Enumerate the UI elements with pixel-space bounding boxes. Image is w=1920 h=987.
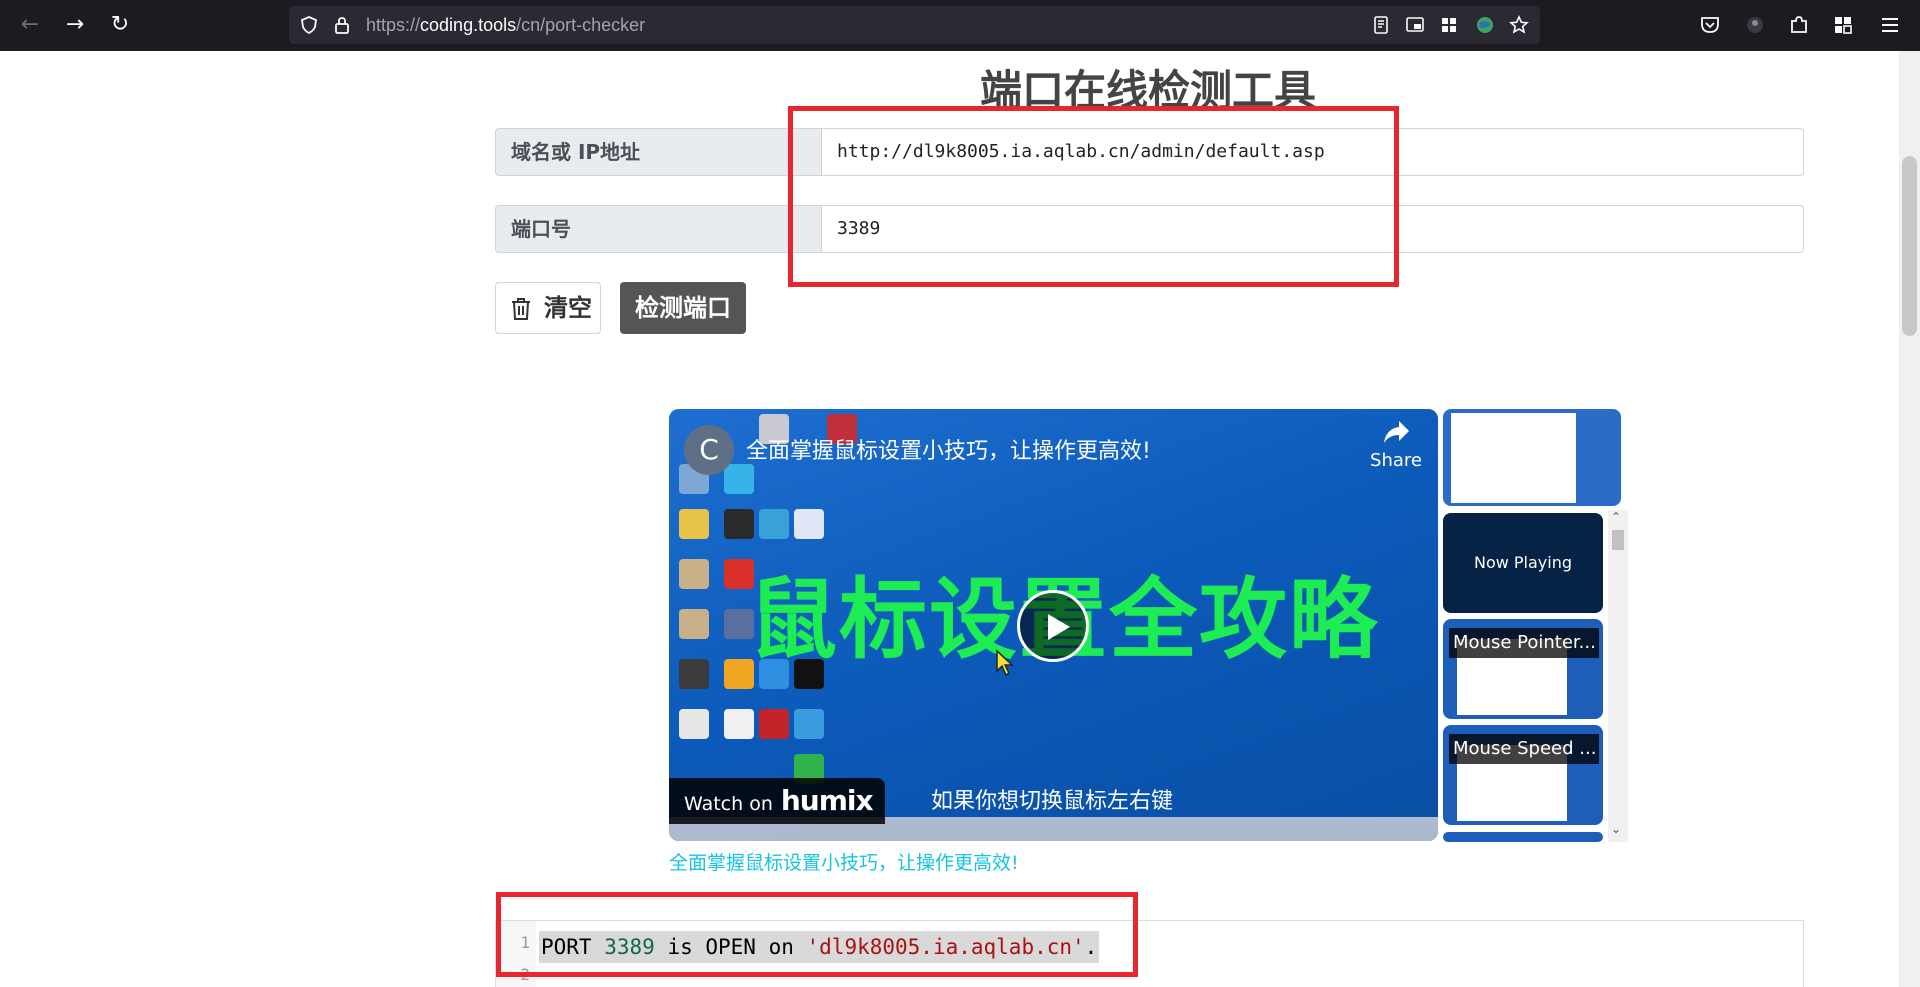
desktop-icon — [724, 709, 754, 739]
desktop-icon — [679, 659, 709, 689]
playlist-scrollbar[interactable]: ⌃ ⌄ — [1608, 510, 1628, 842]
account-icon[interactable] — [1743, 13, 1767, 37]
playlist-item[interactable] — [1443, 832, 1603, 842]
forward-button[interactable]: → — [60, 10, 90, 40]
play-button[interactable] — [1017, 590, 1089, 662]
desktop-icon — [794, 709, 824, 739]
result-port: 3389 — [604, 935, 655, 959]
lock-icon[interactable] — [332, 15, 352, 35]
watch-on-humix-button[interactable]: Watch on humix — [669, 778, 885, 824]
video-player[interactable]: C 全面掌握鼠标设置小技巧，让操作更高效! Share 鼠标设置全攻略 如果你想… — [669, 409, 1438, 841]
page-title: 端口在线检测工具 — [980, 66, 1317, 108]
extensions-grid-icon[interactable] — [1439, 15, 1459, 35]
url-path: /cn/port-checker — [516, 15, 646, 35]
url-scheme: https:// — [366, 15, 421, 35]
line-number: 2 — [520, 965, 530, 984]
chevron-up-icon[interactable]: ⌃ — [1611, 510, 1621, 524]
result-status: is OPEN on — [654, 935, 807, 959]
thumbnail-screen — [1451, 413, 1576, 503]
desktop-icon — [724, 464, 754, 494]
playlist-item[interactable]: Mouse Speed ... — [1443, 725, 1603, 825]
check-port-button[interactable]: 检测端口 — [620, 282, 746, 334]
trash-icon — [512, 298, 530, 320]
now-playing-label: Now Playing — [1443, 513, 1603, 613]
back-button[interactable]: ← — [15, 10, 45, 40]
mouse-cursor-icon — [996, 649, 1014, 677]
port-input[interactable]: 3389 — [821, 205, 1804, 253]
pocket-icon[interactable] — [1698, 13, 1722, 37]
result-suffix: . — [1084, 935, 1098, 959]
result-code-box: 1 2 PORT 3389 is OPEN on 'dl9k8005.ia.aq… — [495, 920, 1804, 987]
extensions-puzzle-icon[interactable] — [1787, 13, 1811, 37]
playlist-top-thumbnail[interactable] — [1443, 409, 1621, 506]
line-number-gutter: 1 2 — [496, 921, 536, 987]
playlist-item[interactable]: Mouse Pointer... — [1443, 619, 1603, 719]
channel-avatar[interactable]: C — [684, 425, 734, 475]
sidebar-grid-icon[interactable] — [1831, 13, 1855, 37]
desktop-icon — [679, 559, 709, 589]
video-title[interactable]: 全面掌握鼠标设置小技巧，让操作更高效! — [746, 433, 1151, 465]
picture-in-picture-icon[interactable] — [1405, 15, 1425, 35]
page-scrollbar-thumb[interactable] — [1902, 156, 1917, 336]
browser-toolbar: ← → ↻ https://coding.tools/cn/port-check… — [0, 0, 1920, 51]
url-host: coding.tools — [420, 15, 517, 35]
desktop-icon — [724, 509, 754, 539]
clear-button-label: 清空 — [544, 294, 592, 322]
tracking-protection-icon[interactable] — [299, 15, 319, 35]
playlist-scrollbar-thumb[interactable] — [1612, 530, 1624, 550]
menu-icon[interactable] — [1878, 13, 1902, 37]
result-line: PORT 3389 is OPEN on 'dl9k8005.ia.aqlab.… — [539, 931, 1100, 963]
globe-extension-icon[interactable] — [1475, 15, 1495, 35]
watch-on-label: Watch on — [684, 793, 773, 815]
desktop-icon — [759, 709, 789, 739]
playlist-item-title: Mouse Pointer... — [1449, 628, 1599, 658]
page-scrollbar[interactable] — [1899, 51, 1920, 987]
share-label: Share — [1370, 450, 1422, 471]
desktop-icon — [679, 709, 709, 739]
chevron-down-icon[interactable]: ⌄ — [1611, 822, 1621, 836]
share-icon — [1384, 421, 1409, 443]
desktop-icon — [759, 509, 789, 539]
playlist-item-title: Mouse Speed ... — [1449, 734, 1599, 764]
port-label: 端口号 — [495, 205, 822, 253]
host-input[interactable]: http://dl9k8005.ia.aqlab.cn/admin/defaul… — [821, 128, 1804, 176]
desktop-icon — [794, 509, 824, 539]
result-host: 'dl9k8005.ia.aqlab.cn' — [806, 935, 1085, 959]
desktop-icon — [679, 509, 709, 539]
clear-button[interactable]: 清空 — [495, 282, 601, 334]
humix-logo: humix — [780, 784, 874, 817]
reader-view-icon[interactable] — [1371, 15, 1391, 35]
share-button[interactable]: Share — [1366, 419, 1426, 471]
host-label: 域名或 IP地址 — [495, 128, 822, 176]
playlist-item-now-playing[interactable]: Now Playing — [1443, 513, 1603, 613]
line-number: 1 — [520, 933, 530, 952]
desktop-icon — [679, 609, 709, 639]
url-text: https://coding.tools/cn/port-checker — [366, 6, 645, 44]
bookmark-star-icon[interactable] — [1509, 15, 1529, 35]
result-prefix: PORT — [541, 935, 605, 959]
video-subtitle: 如果你想切换鼠标左右键 — [931, 789, 1174, 814]
address-bar[interactable]: https://coding.tools/cn/port-checker — [289, 6, 1540, 44]
reload-button[interactable]: ↻ — [105, 10, 135, 40]
video-caption-link[interactable]: 全面掌握鼠标设置小技巧，让操作更高效! — [669, 848, 1019, 875]
